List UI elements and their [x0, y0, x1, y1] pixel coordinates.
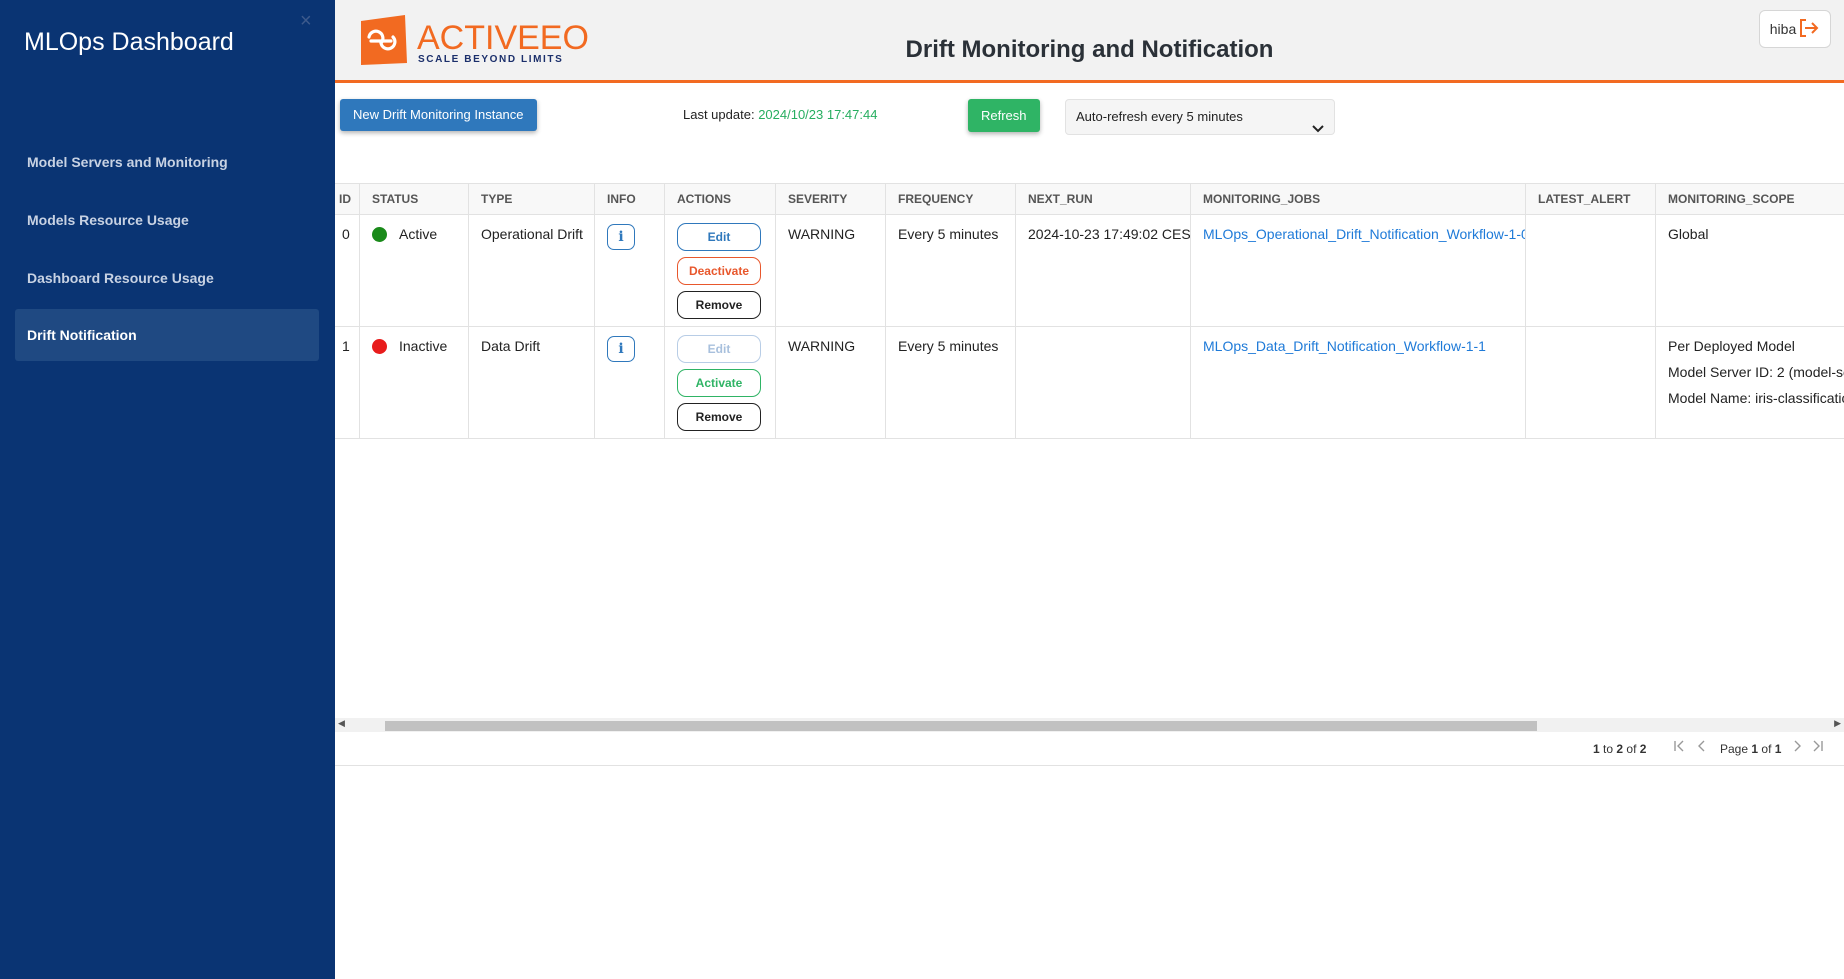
col-id[interactable]: ID	[335, 184, 360, 215]
scrollbar-thumb[interactable]	[385, 721, 1537, 731]
row-type: Operational Drift	[469, 215, 595, 326]
table-row: 1 Inactive Data Drift i Edit Activate Re…	[335, 327, 1844, 439]
row-summary: 1 to 2 of 2	[1593, 742, 1647, 756]
row-type: Data Drift	[469, 327, 595, 438]
row-next-run	[1016, 327, 1191, 438]
info-icon[interactable]: i	[607, 224, 635, 250]
first-page-icon[interactable]	[1673, 740, 1685, 755]
status-label: Inactive	[399, 338, 448, 354]
row-monitoring-scope: Global	[1656, 215, 1844, 326]
new-drift-monitoring-button[interactable]: New Drift Monitoring Instance	[340, 99, 537, 131]
monitoring-job-link[interactable]: MLOps_Operational_Drift_Notification_Wor…	[1203, 226, 1525, 242]
col-monitoring-scope[interactable]: MONITORING_SCOPE	[1656, 184, 1844, 215]
last-update: Last update: 2024/10/23 17:47:44	[683, 107, 877, 122]
last-page-icon[interactable]	[1812, 740, 1824, 755]
monitoring-job-link[interactable]: MLOps_Data_Drift_Notification_Workflow-1…	[1203, 338, 1486, 354]
previous-page-icon[interactable]	[1696, 740, 1708, 755]
sidebar-item-dashboard-resource-usage[interactable]: Dashboard Resource Usage	[15, 252, 319, 304]
row-latest-alert	[1526, 327, 1656, 438]
col-actions[interactable]: ACTIONS	[665, 184, 776, 215]
row-actions: Edit Activate Remove	[665, 327, 776, 438]
row-status: Active	[360, 215, 469, 326]
remove-button[interactable]: Remove	[677, 291, 761, 319]
activate-button[interactable]: Activate	[677, 369, 761, 397]
col-next-run[interactable]: NEXT_RUN	[1016, 184, 1191, 215]
row-status: Inactive	[360, 327, 469, 438]
row-id: 1	[335, 327, 360, 438]
status-inactive-icon	[372, 339, 387, 354]
sidebar: MLOps Dashboard × Model Servers and Moni…	[0, 0, 335, 979]
last-update-value: 2024/10/23 17:47:44	[758, 107, 878, 122]
edit-button[interactable]: Edit	[677, 223, 761, 251]
row-frequency: Every 5 minutes	[886, 327, 1016, 438]
autorefresh-select[interactable]: Auto-refresh every 5 minutes	[1065, 99, 1335, 135]
status-active-icon	[372, 227, 387, 242]
sidebar-item-models-resource-usage[interactable]: Models Resource Usage	[15, 194, 319, 246]
sidebar-title: MLOps Dashboard	[24, 28, 234, 56]
col-latest-alert[interactable]: LATEST_ALERT	[1526, 184, 1656, 215]
table-row: 0 Active Operational Drift i Edit Deacti…	[335, 215, 1844, 327]
col-status[interactable]: STATUS	[360, 184, 469, 215]
col-severity[interactable]: SEVERITY	[776, 184, 886, 215]
row-info: i	[595, 215, 665, 326]
remove-button[interactable]: Remove	[677, 403, 761, 431]
row-monitoring-job: MLOps_Data_Drift_Notification_Workflow-1…	[1191, 327, 1526, 438]
col-frequency[interactable]: FREQUENCY	[886, 184, 1016, 215]
table-header: ID STATUS TYPE INFO ACTIONS SEVERITY FRE…	[335, 183, 1844, 215]
sidebar-item-model-servers[interactable]: Model Servers and Monitoring	[15, 136, 319, 188]
username: hiba	[1769, 21, 1797, 37]
scroll-left-icon[interactable]: ◀	[338, 718, 345, 729]
row-info: i	[595, 327, 665, 438]
refresh-button[interactable]: Refresh	[968, 99, 1040, 132]
col-monitoring-jobs[interactable]: MONITORING_JOBS	[1191, 184, 1526, 215]
row-monitoring-scope: Per Deployed Model Model Server ID: 2 (m…	[1656, 327, 1844, 438]
sidebar-item-drift-notification[interactable]: Drift Notification	[15, 309, 319, 361]
chevron-down-icon	[1312, 112, 1324, 146]
col-info[interactable]: INFO	[595, 184, 665, 215]
close-icon[interactable]: ×	[300, 10, 312, 33]
logout-icon	[1798, 18, 1820, 41]
row-latest-alert	[1526, 215, 1656, 326]
col-type[interactable]: TYPE	[469, 184, 595, 215]
header: ACTIVEEON SCALE BEYOND LIMITS Drift Moni…	[335, 0, 1844, 83]
row-severity: WARNING	[776, 327, 886, 438]
scope-line: Model Name: iris-classification	[1668, 390, 1844, 406]
page-info: Page 1 of 1	[1720, 742, 1782, 756]
logout-button[interactable]: hiba	[1759, 10, 1831, 48]
scroll-right-icon[interactable]: ▶	[1834, 718, 1841, 729]
pagination: 1 to 2 of 2 Page 1 of 1	[335, 733, 1844, 766]
horizontal-scrollbar[interactable]: ◀ ▶	[335, 718, 1844, 732]
status-label: Active	[399, 226, 438, 242]
row-actions: Edit Deactivate Remove	[665, 215, 776, 326]
row-id: 0	[335, 215, 360, 326]
edit-button: Edit	[677, 335, 761, 363]
page-title: Drift Monitoring and Notification	[905, 36, 1274, 63]
row-next-run: 2024-10-23 17:49:02 CEST	[1016, 215, 1191, 326]
row-severity: WARNING	[776, 215, 886, 326]
scope-line: Global	[1668, 226, 1709, 242]
autorefresh-value: Auto-refresh every 5 minutes	[1076, 109, 1243, 124]
main-content: ACTIVEEON SCALE BEYOND LIMITS Drift Moni…	[335, 0, 1844, 979]
info-icon[interactable]: i	[607, 336, 635, 362]
row-monitoring-job: MLOps_Operational_Drift_Notification_Wor…	[1191, 215, 1526, 326]
last-update-label: Last update:	[683, 107, 755, 122]
scope-line: Model Server ID: 2 (model-server	[1668, 364, 1844, 380]
scope-line: Per Deployed Model	[1668, 338, 1795, 354]
next-page-icon[interactable]	[1791, 740, 1803, 755]
row-frequency: Every 5 minutes	[886, 215, 1016, 326]
deactivate-button[interactable]: Deactivate	[677, 257, 761, 285]
